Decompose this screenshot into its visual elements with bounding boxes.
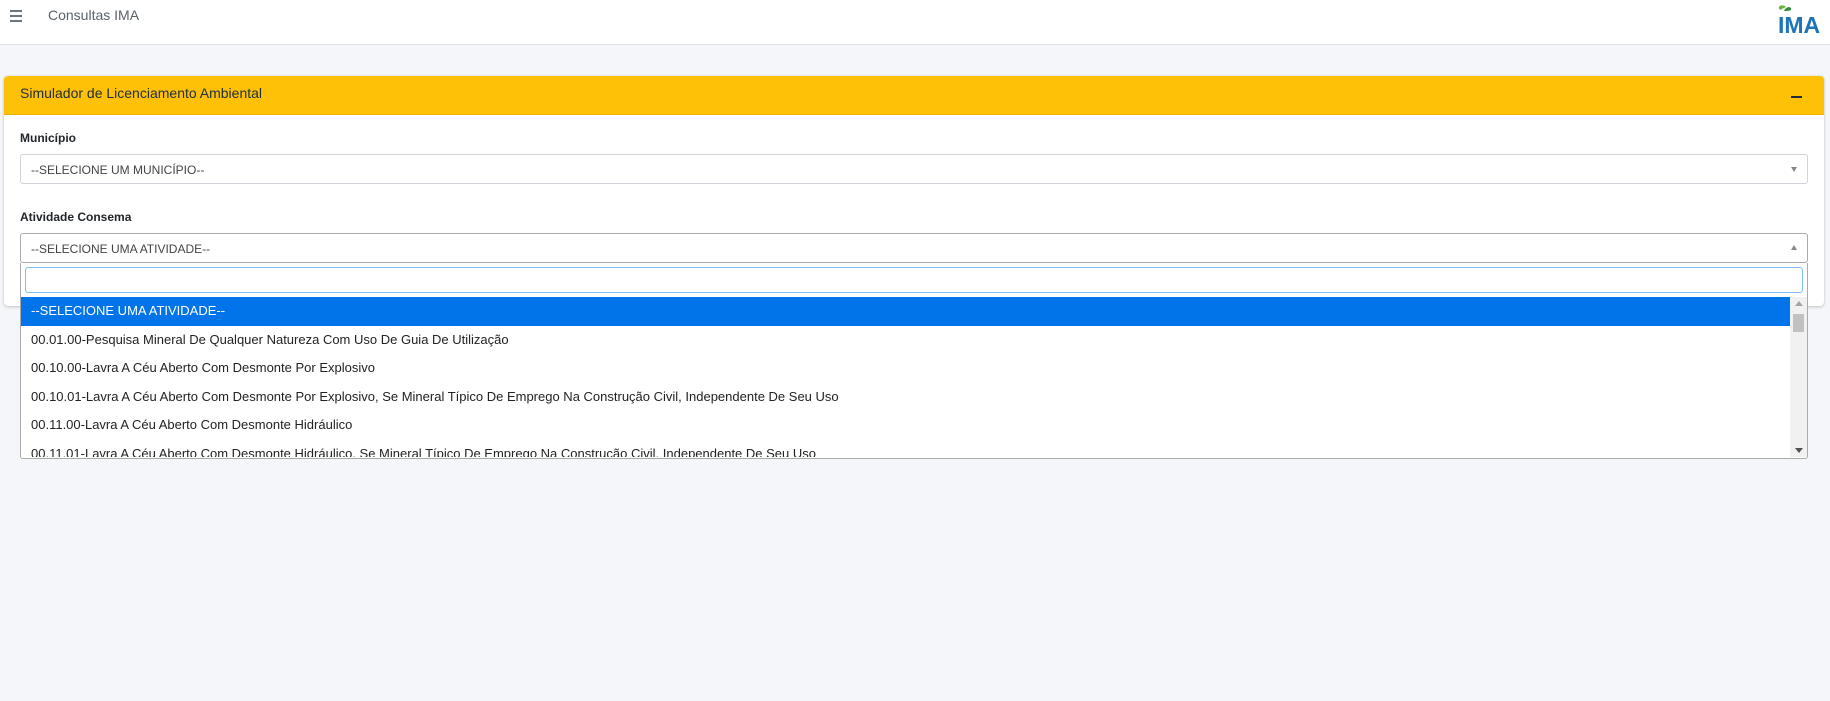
atividade-option[interactable]: 00.10.00-Lavra A Céu Aberto Com Desmonte… xyxy=(21,354,1791,383)
atividade-search-input[interactable] xyxy=(25,267,1803,293)
atividade-option[interactable]: 00.01.00-Pesquisa Mineral De Qualquer Na… xyxy=(21,326,1791,355)
scroll-down-arrow-icon[interactable] xyxy=(1795,448,1803,453)
scroll-thumb[interactable] xyxy=(1793,314,1804,332)
atividade-select[interactable]: --SELECIONE UMA ATIVIDADE-- xyxy=(20,233,1808,263)
atividade-options-list: --SELECIONE UMA ATIVIDADE-- 00.01.00-Pes… xyxy=(21,297,1791,457)
scroll-up-arrow-icon[interactable] xyxy=(1795,301,1803,306)
atividade-dropdown: --SELECIONE UMA ATIVIDADE-- 00.01.00-Pes… xyxy=(20,263,1808,459)
atividade-option[interactable]: --SELECIONE UMA ATIVIDADE-- xyxy=(21,297,1791,326)
municipio-label: Município xyxy=(20,131,76,145)
app-title[interactable]: Consultas IMA xyxy=(48,7,139,23)
municipio-selected-value: --SELECIONE UM MUNICÍPIO-- xyxy=(31,163,205,177)
svg-text:IMA: IMA xyxy=(1778,12,1820,37)
chevron-up-icon xyxy=(1791,245,1797,250)
atividade-option[interactable]: 00.11.01-Lavra A Céu Aberto Com Desmonte… xyxy=(21,440,1791,458)
options-scrollbar[interactable] xyxy=(1790,297,1807,457)
card-title: Simulador de Licenciamento Ambiental xyxy=(20,85,263,101)
municipio-select[interactable]: --SELECIONE UM MUNICÍPIO-- xyxy=(20,154,1808,184)
card-header: Simulador de Licenciamento Ambiental xyxy=(4,76,1824,115)
atividade-option[interactable]: 00.10.01-Lavra A Céu Aberto Com Desmonte… xyxy=(21,383,1791,412)
atividade-label: Atividade Consema xyxy=(20,210,132,224)
collapse-button[interactable] xyxy=(1788,88,1806,104)
minus-icon xyxy=(1791,96,1802,98)
atividade-option[interactable]: 00.11.00-Lavra A Céu Aberto Com Desmonte… xyxy=(21,411,1791,440)
top-navbar: Consultas IMA IMA xyxy=(0,0,1830,45)
chevron-down-icon xyxy=(1791,167,1797,172)
atividade-selected-value: --SELECIONE UMA ATIVIDADE-- xyxy=(31,242,211,256)
menu-icon[interactable] xyxy=(8,6,24,26)
ima-logo: IMA xyxy=(1778,5,1820,37)
